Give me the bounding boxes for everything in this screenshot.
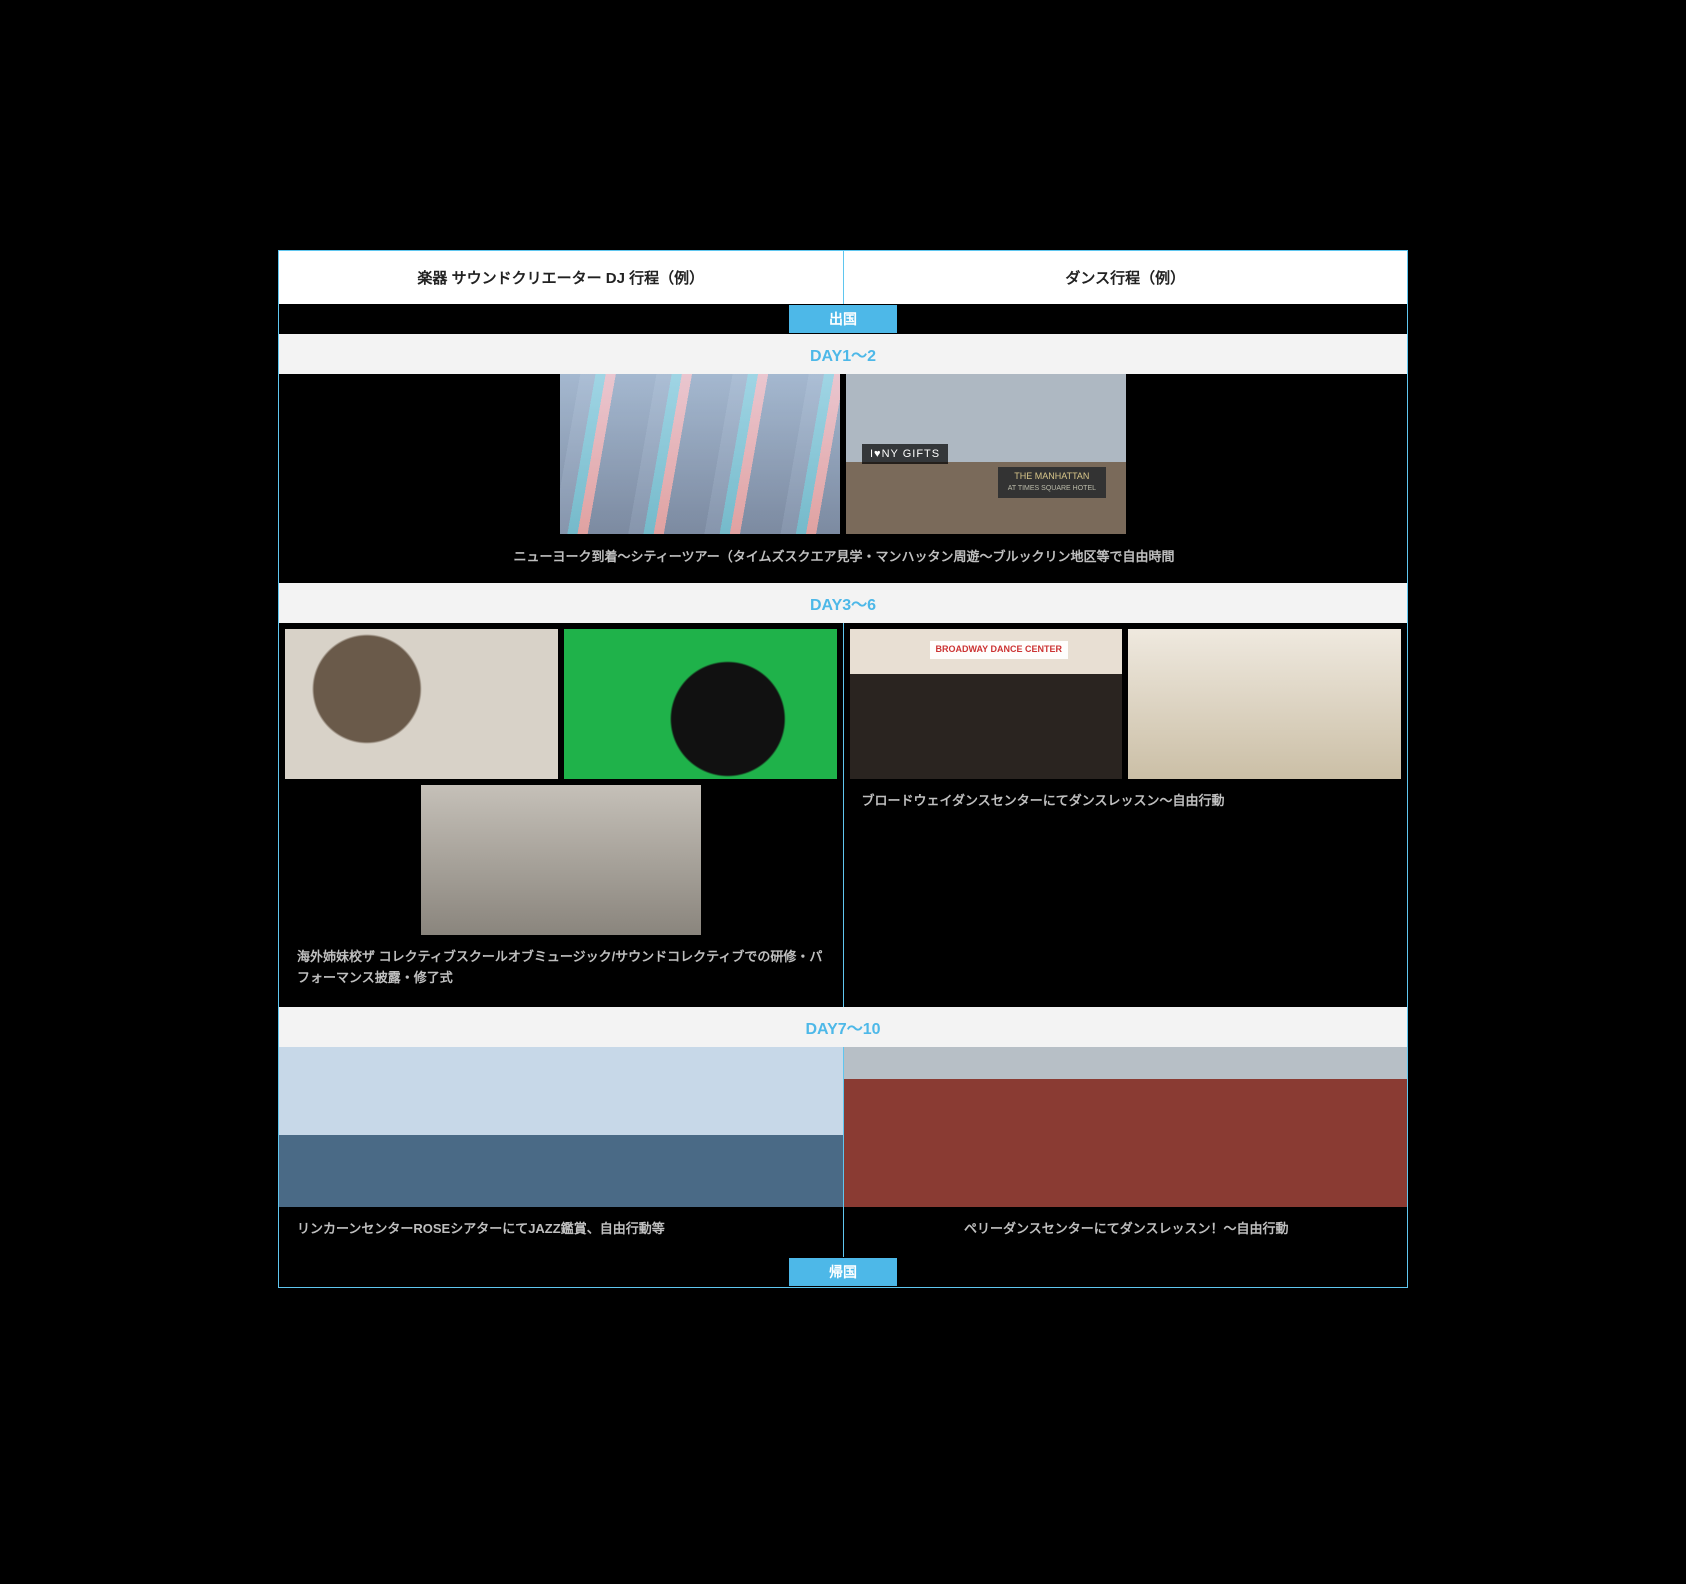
day1-images: I♥NY GIFTS THE MANHATTAN AT TIMES SQUARE… bbox=[279, 374, 1407, 534]
return-band: 帰国 bbox=[279, 1257, 1407, 1287]
photo-bdc-group: BROADWAY DANCE CENTER bbox=[850, 629, 1123, 779]
day3-left: 海外姉妹校ザ コレクティブスクールオブミュージック/サウンドコレクティブでの研修… bbox=[279, 623, 844, 1007]
day7-label: DAY7〜10 bbox=[279, 1007, 1407, 1047]
photo-times-square bbox=[560, 374, 840, 534]
photo-dance-class bbox=[1128, 629, 1401, 779]
day1-caption: ニューヨーク到着〜シティーツアー（タイムズスクエア見学・マンハッタン周遊〜ブルッ… bbox=[279, 534, 1407, 583]
departure-band: 出国 bbox=[279, 304, 1407, 334]
day3-right-caption: ブロードウェイダンスセンターにてダンスレッスン〜自由行動 bbox=[844, 779, 1408, 830]
return-pill: 帰国 bbox=[789, 1258, 897, 1286]
day3-row: 海外姉妹校ザ コレクティブスクールオブミュージック/サウンドコレクティブでの研修… bbox=[279, 623, 1407, 1007]
photo-river-skyline bbox=[279, 1047, 843, 1207]
photo-manhattan-hotel: I♥NY GIFTS THE MANHATTAN AT TIMES SQUARE… bbox=[846, 374, 1126, 534]
header-row: 楽器 サウンドクリエーター DJ 行程（例） ダンス行程（例） bbox=[279, 251, 1407, 304]
day1-label: DAY1〜2 bbox=[279, 334, 1407, 374]
day3-right: BROADWAY DANCE CENTER ブロードウェイダンスセンターにてダン… bbox=[844, 623, 1408, 1007]
iny-sign: I♥NY GIFTS bbox=[862, 444, 948, 464]
photo-brick-building bbox=[844, 1047, 1408, 1207]
hotel-sign-line1: THE MANHATTAN bbox=[1014, 471, 1089, 481]
day7-right-caption: ペリーダンスセンターにてダンスレッスン！〜自由行動 bbox=[844, 1207, 1408, 1258]
day7-left-caption: リンカーンセンターROSEシアターにてJAZZ鑑賞、自由行動等 bbox=[279, 1207, 843, 1258]
itinerary-table: 楽器 サウンドクリエーター DJ 行程（例） ダンス行程（例） 出国 DAY1〜… bbox=[278, 250, 1408, 1288]
day7-right: ペリーダンスセンターにてダンスレッスン！〜自由行動 bbox=[844, 1047, 1408, 1258]
header-right: ダンス行程（例） bbox=[844, 251, 1408, 304]
day7-row: リンカーンセンターROSEシアターにてJAZZ鑑賞、自由行動等 ペリーダンスセン… bbox=[279, 1047, 1407, 1258]
bdc-sign: BROADWAY DANCE CENTER bbox=[930, 641, 1069, 659]
day7-left: リンカーンセンターROSEシアターにてJAZZ鑑賞、自由行動等 bbox=[279, 1047, 844, 1258]
day1-block: I♥NY GIFTS THE MANHATTAN AT TIMES SQUARE… bbox=[279, 374, 1407, 583]
photo-guitar-lesson bbox=[285, 629, 558, 779]
day3-label: DAY3〜6 bbox=[279, 583, 1407, 623]
departure-pill: 出国 bbox=[789, 305, 897, 333]
hotel-sign: THE MANHATTAN AT TIMES SQUARE HOTEL bbox=[998, 467, 1106, 498]
day3-left-caption: 海外姉妹校ザ コレクティブスクールオブミュージック/サウンドコレクティブでの研修… bbox=[279, 935, 843, 1007]
hotel-sign-line2: AT TIMES SQUARE HOTEL bbox=[1008, 485, 1096, 492]
photo-dj-greenscreen bbox=[564, 629, 837, 779]
header-left: 楽器 サウンドクリエーター DJ 行程（例） bbox=[279, 251, 844, 304]
photo-studio-keyboard bbox=[421, 785, 701, 935]
